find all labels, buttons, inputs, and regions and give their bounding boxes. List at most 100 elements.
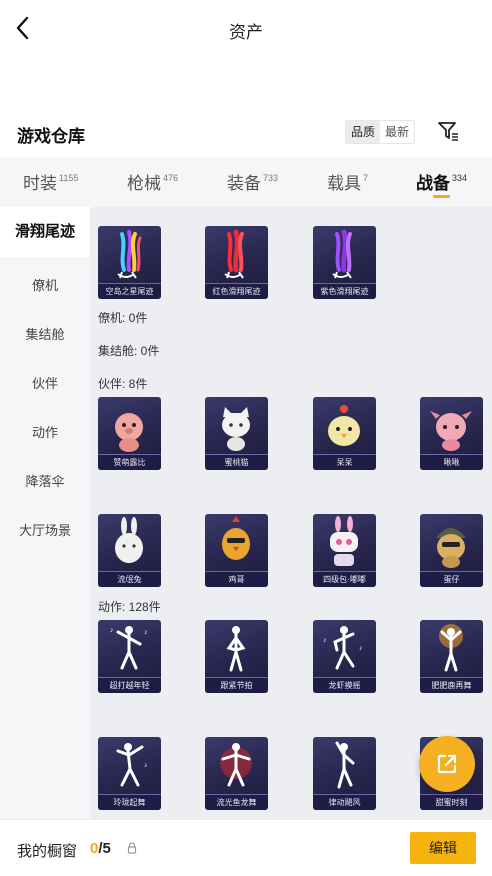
item-name: 甜蜜时刻 [420,794,483,810]
sidebar-item-parachute[interactable]: 降落伞 [0,471,90,490]
rainbow-trail-icon [117,230,142,279]
sidebar-item-emote[interactable]: 动作 [0,422,90,441]
dance-pose-icon: ♪ [116,743,148,787]
item-name: 鸡哥 [205,571,268,587]
tab-label: 载具 [327,174,361,193]
partner-card[interactable]: 赞萌露比 [98,397,161,470]
sort-quality-button[interactable]: 品质 [346,121,381,143]
emote-card[interactable]: 跟紧节拍 [205,620,268,693]
share-float-button[interactable] [419,736,475,792]
item-name: 四级包·嘟嘟 [313,571,376,587]
trail-card[interactable]: 紫色滑翔尾迹 [313,226,376,299]
tab-vehicles[interactable]: 载具 7 [327,169,368,194]
partner-card[interactable]: 蜜桃猫 [205,397,268,470]
trail-card[interactable]: 空岛之星尾迹 [98,226,161,299]
emote-card[interactable]: ♪ ♪ 超打越年轻 [98,620,161,693]
item-name: 啾啾 [420,454,483,470]
svg-text:♪: ♪ [110,627,114,634]
emote-count-label: 动作: 128件 [98,600,161,614]
showcase-label: 我的橱窗 [17,843,78,860]
emote-card[interactable]: 律动飓风 [313,737,376,810]
rally-pod-count-label: 集结舱: 0件 [98,344,160,358]
sidebar-item-partner[interactable]: 伙伴 [0,373,90,392]
sort-latest-button[interactable]: 最新 [380,121,414,143]
pink-partner-icon [430,411,472,451]
filter-button[interactable] [436,119,460,143]
share-icon [437,754,457,774]
chicken-partner-icon [222,516,250,560]
dance-pose-icon [335,741,355,789]
item-name: 超打越年轻 [98,677,161,693]
sidebar-item-wingman[interactable]: 僚机 [0,275,90,294]
svg-text:♪: ♪ [359,645,363,652]
sidebar-item-lobby-scene[interactable]: 大厅场景 [0,520,90,539]
item-name: 律动飓风 [313,794,376,810]
showcase-count: 0/5 [90,840,111,857]
bunny-mech-partner-icon [330,516,358,566]
svg-text:♪: ♪ [323,637,327,644]
item-name: 流氓兔 [98,571,161,587]
showcase-max: 5 [102,840,111,857]
rabbit-partner-icon [115,517,143,563]
tab-fashion[interactable]: 时装 1155 [23,169,78,194]
tab-label: 时装 [23,174,57,193]
warehouse-title: 游戏仓库 [17,127,85,146]
partner-card[interactable]: 鸡哥 [205,514,268,587]
dance-pose-icon: ♪♪ [110,626,148,670]
sidebar: 滑翔尾迹 僚机 集结舱 伙伴 动作 降落伞 大厅场景 [0,207,90,819]
emote-card[interactable]: 肥肥鹿再舞 [420,620,483,693]
tab-count: 7 [363,173,369,183]
active-tab-indicator [433,195,450,198]
showcase-bar: 我的橱窗 0/5 编辑 [0,819,492,876]
partner-card[interactable]: 呆呆 [313,397,376,470]
top-bar: 资产 [0,0,492,58]
page-title: 资产 [229,23,263,42]
category-tabs: 时装 1155 枪械 476 装备 733 载具 7 战备 334 [0,157,492,207]
item-name: 跟紧节拍 [205,677,268,693]
emote-card[interactable]: ♪ ♪ 龙虾摸摇 [313,620,376,693]
emote-card[interactable]: ♪ 玲珑起舞 [98,737,161,810]
purple-trail-icon [332,229,352,279]
helmet-partner-icon [436,528,466,568]
chick-partner-icon [328,405,360,446]
dance-pose-icon: ♪♪ [323,626,363,670]
tab-gear[interactable]: 装备 733 [227,169,278,194]
dance-pose-icon [220,743,252,787]
svg-text:♪: ♪ [144,762,148,769]
item-name: 肥肥鹿再舞 [420,677,483,693]
item-grid: 空岛之星尾迹 红色滑翔尾迹 紫色滑翔尾迹 僚机: 0件 集结舱: 0件 伙伴: … [90,207,492,819]
item-name: 呆呆 [313,454,376,470]
dance-pose-icon [226,626,246,672]
red-trail-icon [224,229,244,279]
tab-count: 476 [163,173,179,183]
tab-label: 枪械 [127,174,161,193]
tab-count: 334 [452,173,468,183]
tab-label: 战备 [416,174,450,193]
wingman-count-label: 僚机: 0件 [98,311,148,325]
item-name: 龙虾摸摇 [313,677,376,693]
item-name: 红色滑翔尾迹 [205,283,268,299]
emote-card[interactable]: 流光鱼龙舞 [205,737,268,810]
partner-card[interactable]: 四级包·嘟嘟 [313,514,376,587]
sidebar-item-rally-pod[interactable]: 集结舱 [0,324,90,343]
partner-card[interactable]: 蛋仔 [420,514,483,587]
item-name: 玲珑起舞 [98,794,161,810]
item-name: 流光鱼龙舞 [205,794,268,810]
item-name: 空岛之星尾迹 [98,283,161,299]
tab-count: 733 [263,173,279,183]
tab-count: 1155 [59,173,79,183]
svg-text:♪: ♪ [144,629,148,636]
trail-card[interactable]: 红色滑翔尾迹 [205,226,268,299]
partner-card[interactable]: 流氓兔 [98,514,161,587]
cat-partner-icon [222,407,250,451]
edit-button[interactable]: 编辑 [410,832,476,864]
tab-weapons[interactable]: 枪械 476 [127,169,178,194]
pig-partner-icon [115,413,143,452]
item-name: 赞萌露比 [98,454,161,470]
lock-icon [127,842,137,854]
warehouse-header: 游戏仓库 品质 最新 [0,116,492,150]
partner-card[interactable]: 啾啾 [420,397,483,470]
tab-combat-prep[interactable]: 战备 334 [416,169,467,194]
assets-page: 资产 游戏仓库 品质 最新 时装 1155 枪械 476 装备 733 载具 7 战备 3… [0,0,492,876]
sidebar-item-glide-trail[interactable]: 滑翔尾迹 [0,207,90,257]
